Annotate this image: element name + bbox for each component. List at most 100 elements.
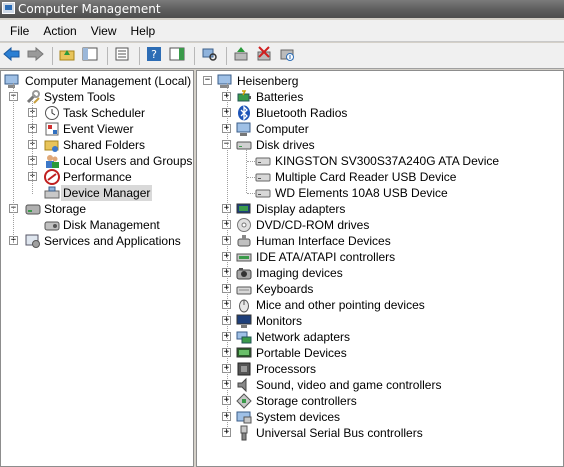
uninstall-device-icon	[255, 46, 273, 65]
forward-button[interactable]	[25, 46, 45, 66]
mice-icon	[236, 297, 252, 313]
device-category[interactable]: + Display adapters	[197, 201, 563, 217]
performance-icon	[44, 169, 60, 185]
device-tree-pane[interactable]: − Heisenberg + Batteries + Bluetooth Radios + C…	[196, 70, 564, 467]
imaging-icon	[236, 265, 252, 281]
tree-guide-line	[247, 193, 255, 194]
disk-device-icon	[255, 153, 271, 169]
device-category[interactable]: + Computer	[197, 121, 563, 137]
toolbar-separator	[226, 46, 227, 65]
properties-button[interactable]	[112, 46, 132, 66]
system-devices-icon	[236, 409, 252, 425]
window-titlebar[interactable]: Computer Management	[0, 0, 564, 18]
properties-icon	[113, 46, 131, 65]
tree-item-label: Task Scheduler	[63, 106, 146, 120]
tree-item-services-and-applications[interactable]: + Services and Applications	[1, 233, 193, 249]
tree-item-label: Event Viewer	[63, 122, 134, 136]
tree-item-disk-management[interactable]: Disk Management	[1, 217, 193, 233]
uninstall-device-button[interactable]	[254, 46, 274, 66]
up-folder-icon	[58, 46, 76, 65]
device-category-disk-drives[interactable]: − Disk drives	[197, 137, 563, 153]
tree-item-system-tools[interactable]: − System Tools	[1, 89, 193, 105]
device-category[interactable]: + Processors	[197, 361, 563, 377]
help-button[interactable]: ?	[144, 46, 164, 66]
tree-item-label: Storage	[44, 202, 87, 216]
device-category[interactable]: + IDE ATA/ATAPI controllers	[197, 249, 563, 265]
device-category[interactable]: + Storage controllers	[197, 393, 563, 409]
tree-item-label: Local Users and Groups	[63, 154, 193, 168]
scan-hardware-icon	[200, 46, 218, 65]
tree-item-label: Monitors	[256, 314, 303, 328]
device-category[interactable]: + Imaging devices	[197, 265, 563, 281]
local-users-icon	[44, 153, 60, 169]
task-scheduler-icon	[44, 105, 60, 121]
disk-device-icon	[255, 169, 271, 185]
network-adapters-icon	[236, 329, 252, 345]
monitors-icon	[236, 313, 252, 329]
tree-item-event-viewer[interactable]: + Event Viewer	[1, 121, 193, 137]
tree-item-device-manager[interactable]: Device Manager	[1, 185, 193, 201]
device-category[interactable]: + Universal Serial Bus controllers	[197, 425, 563, 441]
up-folder-button[interactable]	[57, 46, 77, 66]
sound-icon	[236, 377, 252, 393]
tree-item-shared-folders[interactable]: + Shared Folders	[1, 137, 193, 153]
computer-icon	[236, 121, 252, 137]
console-tree-pane[interactable]: Computer Management (Local) − System Tools…	[0, 70, 194, 467]
tree-item-label: Keyboards	[256, 282, 314, 296]
device-category[interactable]: + Batteries	[197, 89, 563, 105]
tree-item-label: Portable Devices	[256, 346, 347, 360]
tree-item-storage[interactable]: − Storage	[1, 201, 193, 217]
menu-file[interactable]: File	[4, 22, 35, 40]
ide-icon	[236, 249, 252, 265]
hid-icon	[236, 233, 252, 249]
back-button[interactable]	[2, 46, 22, 66]
tree-item-label: IDE ATA/ATAPI controllers	[256, 250, 396, 264]
device-category[interactable]: + System devices	[197, 409, 563, 425]
tree-item-computer-management[interactable]: Computer Management (Local)	[1, 73, 193, 89]
usb-icon	[236, 425, 252, 441]
device-category[interactable]: + Monitors	[197, 313, 563, 329]
show-hide-tree-button[interactable]	[80, 46, 100, 66]
show-action-pane-button[interactable]	[167, 46, 187, 66]
tree-item-label: Disk Management	[63, 218, 160, 232]
disable-device-icon	[278, 46, 296, 65]
toolbar-separator	[52, 46, 53, 65]
disable-device-button[interactable]	[277, 46, 297, 66]
tree-guide-line	[32, 99, 33, 194]
device-category[interactable]: + Portable Devices	[197, 345, 563, 361]
device-category[interactable]: + Human Interface Devices	[197, 233, 563, 249]
help-icon: ?	[145, 46, 163, 65]
storage-icon	[25, 201, 41, 217]
tree-item-performance[interactable]: + Performance	[1, 169, 193, 185]
tree-guide-line	[247, 161, 255, 162]
device-category[interactable]: + Keyboards	[197, 281, 563, 297]
tree-item-label: Shared Folders	[63, 138, 146, 152]
tree-item-local-users-and-groups[interactable]: + Local Users and Groups	[1, 153, 193, 169]
update-driver-button[interactable]	[231, 46, 251, 66]
display-adapters-icon	[236, 201, 252, 217]
tree-item-label: System devices	[256, 410, 341, 424]
scan-hardware-button[interactable]	[199, 46, 219, 66]
menu-view[interactable]: View	[85, 22, 123, 40]
menu-help[interactable]: Help	[125, 22, 162, 40]
storage-controllers-icon	[236, 393, 252, 409]
device-category[interactable]: + Sound, video and game controllers	[197, 377, 563, 393]
device-category[interactable]: + Network adapters	[197, 329, 563, 345]
device-category[interactable]: + Bluetooth Radios	[197, 105, 563, 121]
collapse-toggle[interactable]: −	[203, 76, 212, 85]
tree-item-label: Batteries	[256, 90, 304, 104]
device-category[interactable]: + Mice and other pointing devices	[197, 297, 563, 313]
tree-item-heisenberg[interactable]: − Heisenberg	[197, 73, 563, 89]
back-icon	[3, 46, 21, 65]
processors-icon	[236, 361, 252, 377]
menu-action[interactable]: Action	[37, 22, 82, 40]
tree-item-label: Network adapters	[256, 330, 351, 344]
tree-item-label: System Tools	[44, 90, 116, 104]
disk-device-icon	[255, 185, 271, 201]
tree-item-label: Multiple Card Reader USB Device	[275, 170, 457, 184]
forward-icon	[26, 46, 44, 65]
device-category[interactable]: + DVD/CD-ROM drives	[197, 217, 563, 233]
toolbar: ?	[0, 43, 564, 69]
event-viewer-icon	[44, 121, 60, 137]
tree-item-task-scheduler[interactable]: + Task Scheduler	[1, 105, 193, 121]
